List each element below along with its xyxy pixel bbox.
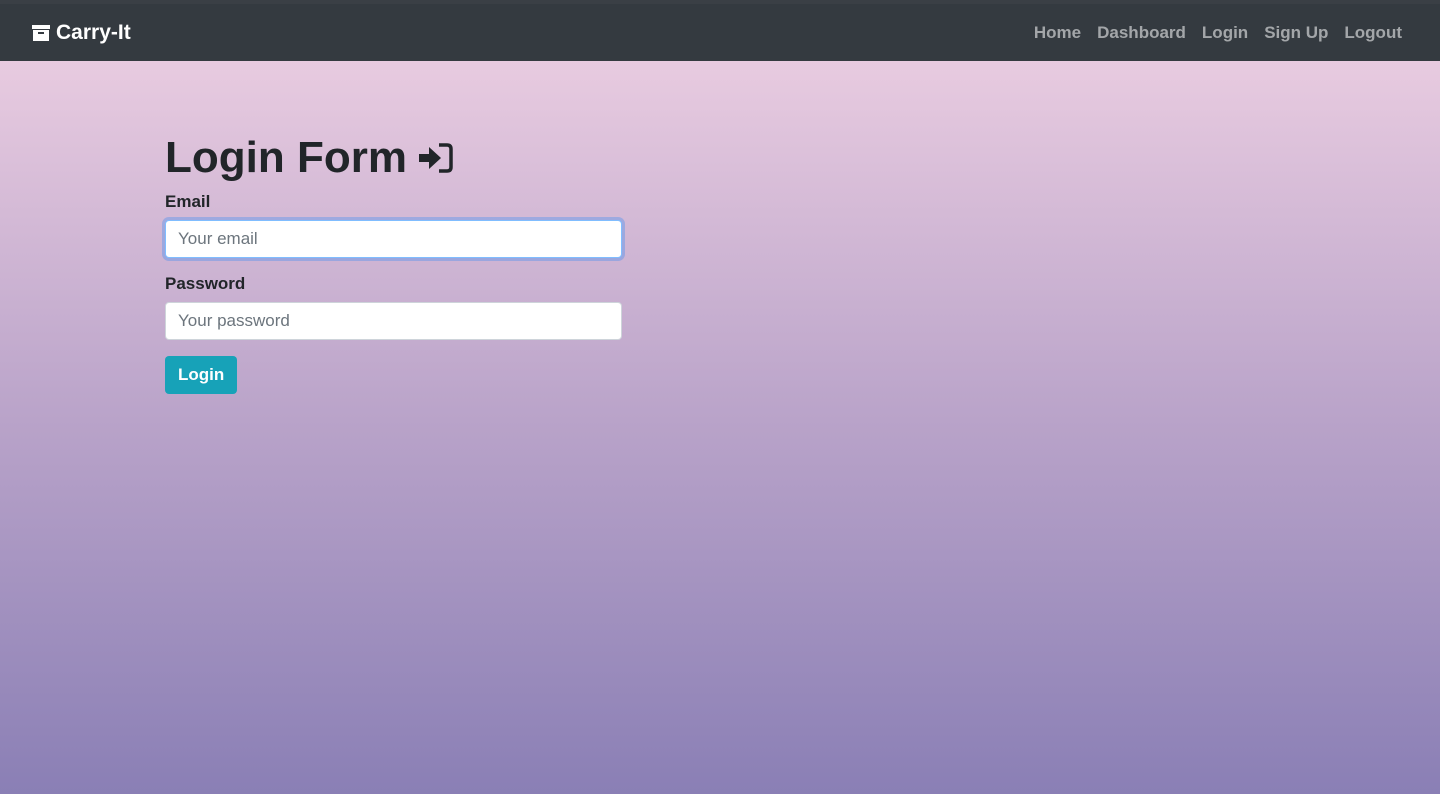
email-group: Email (165, 192, 623, 258)
page-title-text: Login Form (165, 133, 407, 182)
nav-links: Home Dashboard Login Sign Up Logout (1034, 4, 1402, 61)
email-input[interactable] (165, 220, 622, 258)
login-form: Email Password Login (165, 192, 623, 394)
sign-in-icon (417, 141, 453, 175)
email-label: Email (165, 192, 211, 211)
nav-home[interactable]: Home (1034, 23, 1081, 43)
login-button[interactable]: Login (165, 356, 238, 394)
password-label: Password (165, 274, 246, 293)
brand-name: Carry-It (56, 20, 131, 44)
password-group: Password (165, 274, 623, 340)
archive-box-icon (32, 24, 50, 42)
page-title: Login Form (165, 130, 623, 186)
password-input[interactable] (165, 302, 622, 340)
nav-dashboard[interactable]: Dashboard (1097, 23, 1186, 43)
login-form-container: Login Form Email Password Login (165, 130, 623, 394)
nav-login[interactable]: Login (1202, 23, 1248, 43)
brand-link[interactable]: Carry-It (32, 4, 131, 61)
nav-logout[interactable]: Logout (1344, 23, 1402, 43)
top-navbar: Carry-It Home Dashboard Login Sign Up Lo… (0, 4, 1440, 61)
nav-sign-up[interactable]: Sign Up (1264, 23, 1328, 43)
